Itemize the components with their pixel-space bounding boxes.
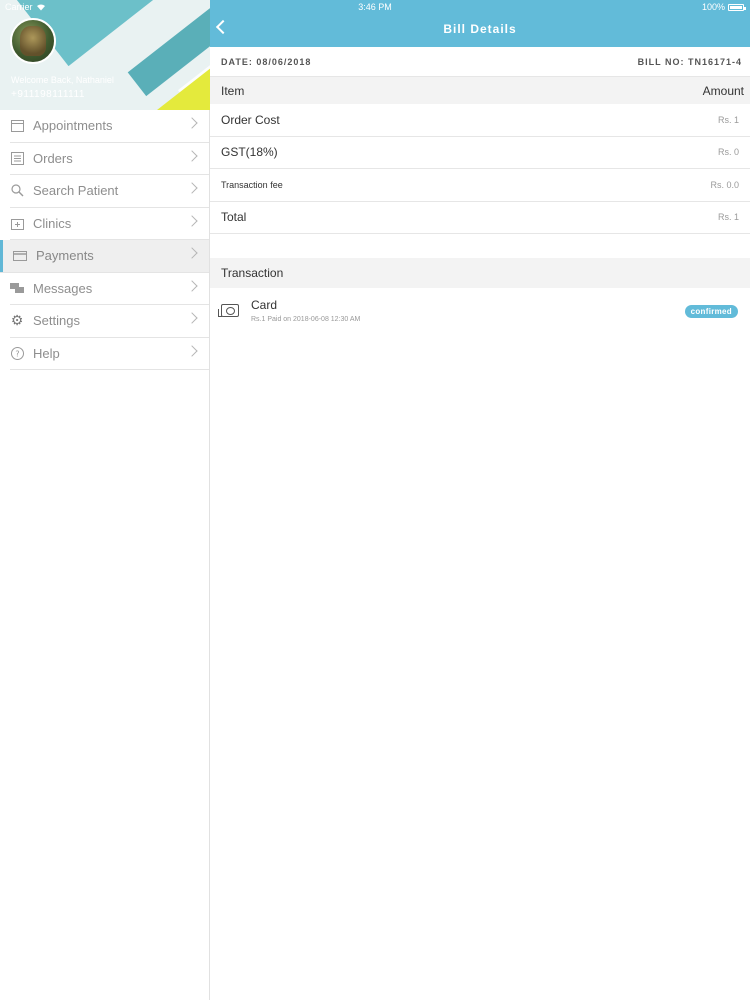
profile-header: Welcome Back, Nathaniel +911198111111	[0, 0, 210, 110]
bill-row-total: Total Rs. 1	[210, 202, 750, 234]
battery-percent: 100%	[701, 2, 725, 12]
sidebar-item-search-patient[interactable]: Search Patient	[10, 175, 209, 208]
bill-details-panel: Bill Details DATE: 08/06/2018 BILL NO: T…	[210, 0, 750, 1000]
sidebar: Welcome Back, Nathaniel +911198111111 Ap…	[0, 0, 210, 1000]
sidebar-item-label: Clinics	[33, 215, 72, 231]
items-header: Item Amount	[210, 77, 750, 104]
item-column-header: Item	[221, 83, 245, 98]
sidebar-item-settings[interactable]: ⚙ Settings	[10, 305, 209, 338]
row-label: Total	[221, 210, 247, 225]
cash-icon	[218, 304, 239, 317]
credit-card-icon	[13, 249, 27, 263]
row-value: Rs. 1	[717, 114, 739, 125]
sidebar-item-messages[interactable]: Messages	[10, 273, 209, 305]
clinic-icon	[10, 216, 24, 230]
row-value: Rs. 1	[717, 212, 739, 223]
status-badge: confirmed	[684, 305, 738, 318]
bill-date: DATE: 08/06/2018	[221, 56, 312, 67]
transaction-method: Card	[251, 298, 278, 312]
battery-icon	[728, 3, 746, 11]
calendar-icon	[10, 119, 24, 133]
phone-number: +911198111111	[11, 89, 85, 100]
bill-meta: DATE: 08/06/2018 BILL NO: TN16171-4	[210, 47, 750, 77]
bill-row-gst: GST(18%) Rs. 0	[210, 137, 750, 169]
list-icon	[10, 151, 24, 165]
row-label: GST(18%)	[221, 145, 278, 160]
transaction-row[interactable]: Card Rs.1 Paid on 2018-06-08 12:30 AM co…	[210, 288, 750, 328]
sidebar-item-clinics[interactable]: Clinics	[10, 208, 209, 240]
chevron-right-icon	[186, 312, 198, 324]
chat-icon	[10, 281, 24, 295]
status-time: 3:46 PM	[358, 2, 392, 12]
sidebar-item-label: Payments	[36, 248, 94, 264]
bill-number: BILL NO: TN16171-4	[637, 56, 742, 67]
chevron-right-icon	[186, 247, 198, 259]
bill-row-order-cost: Order Cost Rs. 1	[210, 104, 750, 137]
sidebar-menu: Appointments Orders Search Patient Clini…	[0, 110, 209, 370]
sidebar-item-label: Search Patient	[33, 183, 119, 199]
avatar[interactable]	[10, 18, 56, 64]
transaction-detail: Rs.1 Paid on 2018-06-08 12:30 AM	[251, 316, 361, 323]
chevron-right-icon	[186, 279, 198, 292]
transaction-header: Transaction	[210, 258, 750, 288]
sidebar-item-label: Appointments	[33, 118, 113, 134]
chevron-right-icon	[186, 344, 198, 357]
search-icon	[10, 184, 24, 198]
welcome-text: Welcome Back, Nathaniel	[11, 75, 114, 85]
page-title: Bill Details	[443, 22, 517, 36]
row-label: Transaction fee	[221, 179, 283, 190]
sidebar-item-label: Settings	[33, 313, 80, 329]
chevron-right-icon	[186, 214, 198, 227]
row-value: Rs. 0.0	[710, 179, 739, 190]
chevron-right-icon	[186, 182, 198, 194]
row-label: Order Cost	[221, 112, 280, 127]
sidebar-item-appointments[interactable]: Appointments	[10, 110, 209, 143]
chevron-right-icon	[186, 117, 198, 129]
sidebar-item-label: Help	[33, 345, 60, 361]
gear-icon: ⚙	[10, 312, 24, 329]
row-value: Rs. 0	[717, 147, 739, 158]
sidebar-item-help[interactable]: ? Help	[10, 338, 209, 370]
chevron-right-icon	[186, 149, 198, 162]
help-icon: ?	[10, 346, 24, 360]
status-bar: Carrier 3:46 PM 100%	[0, 0, 750, 14]
sidebar-item-label: Orders	[33, 150, 73, 166]
battery: 100%	[701, 2, 746, 12]
sidebar-item-payments[interactable]: Payments	[0, 240, 209, 273]
bill-row-transaction-fee: Transaction fee Rs. 0.0	[210, 169, 750, 202]
svg-text:?: ?	[15, 349, 19, 358]
sidebar-item-label: Messages	[33, 280, 93, 296]
sidebar-item-orders[interactable]: Orders	[10, 143, 209, 175]
amount-column-header: Amount	[702, 83, 744, 98]
